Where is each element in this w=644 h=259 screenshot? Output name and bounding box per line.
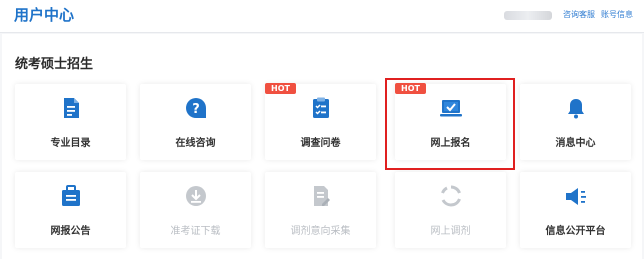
- card-message-center[interactable]: 消息中心: [520, 84, 631, 160]
- service-section: 统考硕士招生 专业目录 ? 在线咨询 HOT 调查问卷 HOT 网上报名 消息中…: [2, 34, 642, 259]
- card-label: 调查问卷: [300, 138, 341, 149]
- blurred-username: [504, 11, 552, 20]
- card-online-consult[interactable]: ? 在线咨询: [140, 84, 251, 160]
- card-registration-notice[interactable]: 网报公告: [15, 172, 126, 248]
- file-edit-icon: [265, 184, 376, 210]
- card-online-registration[interactable]: HOT 网上报名: [395, 83, 506, 160]
- top-bar: 用户中心 咨询客服 账号信息: [0, 0, 644, 33]
- hot-badge: HOT: [265, 83, 296, 94]
- question-chat-icon: ?: [140, 96, 251, 122]
- card-admission-ticket-download: 准考证下载: [140, 172, 251, 248]
- account-info-link[interactable]: 账号信息: [601, 9, 633, 20]
- card-label: 网上调剂: [430, 226, 471, 237]
- hot-badge: HOT: [395, 83, 426, 94]
- card-label: 消息中心: [555, 138, 596, 149]
- card-label: 在线咨询: [175, 138, 216, 149]
- card-label: 网上报名: [430, 138, 471, 149]
- card-label: 准考证下载: [170, 226, 221, 237]
- card-label: 调剂意向采集: [290, 226, 351, 237]
- section-title: 统考硕士招生: [15, 57, 94, 72]
- briefcase-document-icon: [15, 184, 126, 210]
- card-program-catalog[interactable]: 专业目录: [15, 84, 126, 160]
- card-survey[interactable]: HOT 调查问卷: [265, 83, 376, 160]
- download-icon: [140, 184, 251, 210]
- card-label: 专业目录: [50, 138, 91, 149]
- card-online-adjustment: 网上调剂: [395, 172, 506, 248]
- customer-service-link[interactable]: 咨询客服: [563, 9, 595, 20]
- card-label: 信息公开平台: [545, 226, 606, 237]
- clipboard-checklist-icon: [265, 96, 376, 122]
- laptop-check-icon: [395, 96, 506, 122]
- document-icon: [15, 96, 126, 122]
- card-label: 网报公告: [50, 226, 91, 237]
- card-adjustment-intent-collection: 调剂意向采集: [265, 172, 376, 248]
- svg-text:?: ?: [192, 102, 200, 117]
- bell-icon: [520, 96, 631, 122]
- refresh-icon: [395, 184, 506, 210]
- card-information-disclosure-platform[interactable]: 信息公开平台: [520, 172, 631, 248]
- megaphone-icon: [520, 184, 631, 210]
- page-title: 用户中心: [14, 6, 75, 24]
